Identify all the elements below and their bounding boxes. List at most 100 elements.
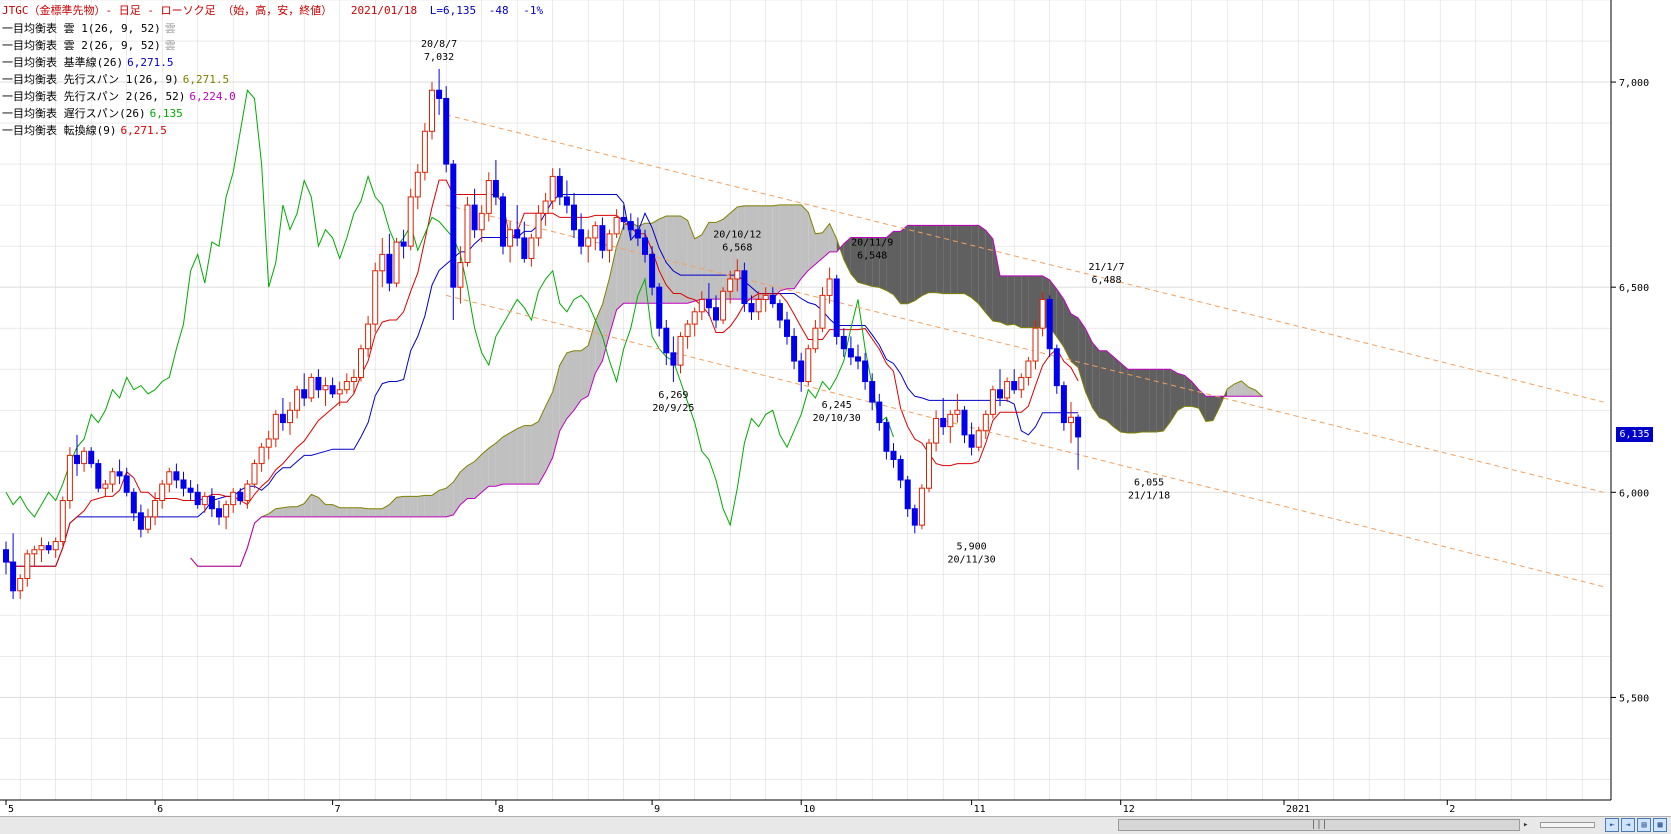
candle-body (769, 294, 776, 305)
candle-body (343, 381, 350, 391)
cloud-segment (368, 508, 376, 517)
candle-body (45, 545, 52, 551)
candle-body (38, 545, 45, 551)
candle-body (563, 196, 570, 206)
cloud-segment (794, 204, 802, 289)
legend-label: 一目均衡表 基準線(26) (2, 55, 123, 69)
candle-body (3, 549, 9, 563)
trough-value-label: 6,245 (822, 400, 852, 411)
candle-body (776, 303, 783, 321)
y-tick-label: 6,000 (1619, 488, 1649, 499)
peak-value-label: 6,548 (857, 250, 887, 261)
candle-body (890, 450, 897, 460)
candle-body (1004, 381, 1011, 399)
candle-body (649, 253, 656, 288)
cloud-segment (417, 495, 425, 517)
candle-body (251, 463, 258, 485)
candle-body (187, 487, 194, 493)
scroll-thumb[interactable]: ||| (1118, 819, 1520, 831)
trough-value-label: 6,269 (658, 390, 688, 401)
candle-body (947, 413, 954, 428)
candle-body (10, 561, 17, 592)
candle-body (989, 389, 996, 415)
candle-body (691, 311, 698, 325)
peak-date-label: 20/11/9 (851, 237, 893, 248)
peak-date-label: 21/1/7 (1088, 262, 1124, 273)
cloud-segment (1177, 373, 1185, 411)
legend-value: 6,271.5 (183, 73, 229, 86)
candle-body (663, 327, 670, 354)
legend-value: 雲 (165, 39, 176, 52)
candle-body (237, 491, 244, 502)
legend-label: 一目均衡表 雲 2(26, 9, 52) (2, 38, 161, 52)
candle-body (414, 171, 421, 198)
legend-item: 一目均衡表 遅行スパン(26) 6,135 (2, 106, 183, 120)
cloud-segment (801, 204, 809, 279)
candle-body (926, 442, 932, 489)
cloud-segment (396, 496, 404, 517)
cloud-segment (1113, 356, 1121, 432)
x-tick-label: 2021 (1286, 804, 1310, 815)
cloud-segment (375, 508, 383, 517)
cloud-segment (1092, 342, 1100, 418)
cloud-segment (361, 507, 369, 517)
cloud-segment (964, 225, 972, 298)
candle-body (1046, 298, 1053, 350)
title-date: 2021/01/18 (351, 4, 417, 17)
scroll-right-arrow-icon[interactable]: ▸ (1523, 818, 1533, 832)
candle-body (762, 294, 769, 300)
cloud-segment (353, 507, 361, 517)
cloud-segment (346, 507, 354, 517)
candle-body (457, 262, 464, 288)
cloud-segment (559, 352, 567, 431)
candle-body (436, 89, 443, 99)
candle-body (358, 348, 364, 378)
candle-body (855, 356, 861, 362)
cloud-segment (787, 204, 795, 289)
cloud-segment (1099, 350, 1107, 421)
candle-body (329, 385, 336, 395)
candle-body (642, 237, 648, 255)
cloud-segment (1014, 275, 1022, 328)
candle-body (485, 180, 492, 214)
chart-title: JTGC（金標準先物）- 日足 - ローソク足 （始，高，安，終値） 2021/… (2, 3, 543, 17)
title-change: -48 (489, 4, 509, 17)
x-tick-label: 5 (8, 804, 14, 815)
candle-body (876, 401, 883, 424)
candle-body (230, 491, 237, 506)
candle-body (471, 204, 478, 231)
candle-body (869, 381, 876, 403)
candle-body (805, 348, 812, 383)
candle-body (1075, 416, 1082, 438)
cloud-segment (1007, 275, 1015, 326)
zoom-out-icon[interactable]: ⇤ (1605, 818, 1619, 832)
y-tick-label: 6,500 (1619, 283, 1649, 294)
x-tick-label: 8 (498, 804, 504, 815)
zoom-slider[interactable] (1540, 822, 1595, 828)
candle-body (59, 500, 66, 543)
settings-icon[interactable]: ▦ (1653, 818, 1667, 832)
cloud-segment (531, 421, 539, 485)
cloud-segment (907, 225, 915, 304)
candle-body (1011, 381, 1018, 391)
cloud-segment (936, 225, 944, 294)
cloud-segment (467, 461, 475, 499)
candle-body (585, 237, 592, 247)
fit-icon[interactable]: ▤ (1637, 818, 1651, 832)
candle-body (968, 434, 975, 448)
chart-area: 20/8/7 7,032 6,269 20/9/25 20/10/12 6,568 6,24… (0, 0, 1649, 815)
candle-body (102, 483, 109, 489)
candle-body (961, 409, 968, 436)
cloud-segment (481, 448, 489, 493)
x-tick-label: 9 (654, 804, 660, 815)
cloud-segment (1163, 369, 1171, 431)
candle-body (535, 212, 542, 239)
legend-label: 一目均衡表 先行スパン 2(26, 52) (2, 89, 185, 103)
cloud-segment (1134, 369, 1142, 434)
candle-body (450, 163, 457, 288)
horizontal-scrollbar[interactable]: ||| ▸ ⇤ ⇥ ▤ ▦ (0, 816, 1671, 834)
cloud-segment (900, 225, 908, 304)
zoom-in-icon[interactable]: ⇥ (1621, 818, 1635, 832)
candle-body (478, 212, 485, 231)
legend-item: 一目均衡表 基準線(26) 6,271.5 (2, 55, 173, 69)
